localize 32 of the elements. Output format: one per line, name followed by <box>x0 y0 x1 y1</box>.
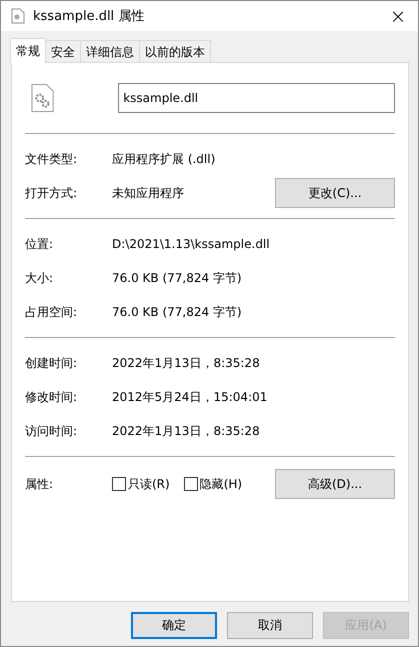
change-button[interactable]: 更改(C)... <box>275 178 395 208</box>
field-label: 修改时间: <box>25 388 78 406</box>
file-icon <box>11 8 25 24</box>
field-value: 76.0 KB (77,824 字节) <box>112 270 243 286</box>
gear-file-icon <box>31 83 54 113</box>
field-label: 文件类型: <box>25 150 78 168</box>
field-label: 属性: <box>25 476 54 492</box>
field-label: 位置: <box>25 236 54 252</box>
close-button[interactable]: × <box>378 1 418 31</box>
field-label: 打开方式: <box>25 184 78 202</box>
field-value: 76.0 KB (77,824 字节) <box>112 304 243 320</box>
tab[interactable]: 以前的版本 <box>139 40 211 62</box>
field-value: 2022年1月13日，8:35:28 <box>112 422 261 440</box>
advanced-button[interactable]: 高级(D)... <box>275 469 395 499</box>
field-value: 2012年5月24日，15:04:01 <box>112 388 268 406</box>
dialog-button[interactable]: 确定 <box>131 612 217 639</box>
window-title: kssample.dll 属性 <box>33 8 146 25</box>
field-label: 占用空间: <box>25 304 78 320</box>
field-value: 未知应用程序 <box>112 184 185 202</box>
tab[interactable]: 常规 <box>10 38 46 63</box>
file-name-field[interactable]: kssample.dll <box>118 83 395 113</box>
field-label: 创建时间: <box>25 354 78 372</box>
field-label: 大小: <box>25 270 54 286</box>
checkbox[interactable] <box>112 477 126 491</box>
field-value: 2022年1月13日，8:35:28 <box>112 354 261 372</box>
field-value: 应用程序扩展 (.dll) <box>112 150 216 168</box>
field-label: 访问时间: <box>25 422 78 440</box>
checkbox-label: 只读(R) <box>128 476 170 492</box>
checkbox[interactable] <box>184 477 198 491</box>
field-value: D:\2021\1.13\kssample.dll <box>112 237 271 251</box>
dialog-button[interactable]: 取消 <box>227 612 313 639</box>
checkbox-label: 隐藏(H) <box>200 476 242 492</box>
